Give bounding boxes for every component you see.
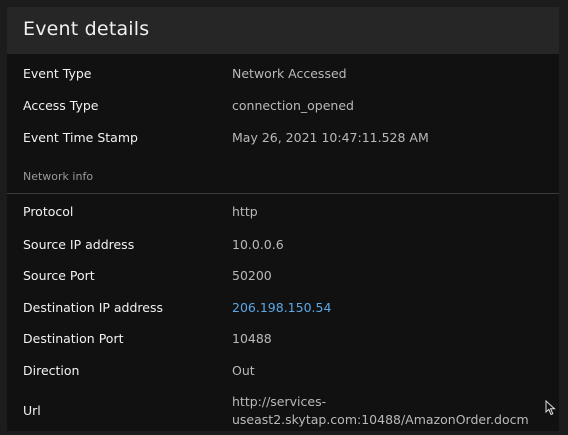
- mouse-pointer-icon: [545, 400, 556, 416]
- source-port-label: Source Port: [23, 268, 95, 283]
- detail-row-destination-port: Destination Port 10488: [0, 327, 568, 351]
- section-divider: [7, 193, 559, 194]
- event-time-stamp-label: Event Time Stamp: [23, 130, 138, 145]
- source-port-value: 50200: [232, 268, 272, 283]
- detail-row-event-type: Event Type Network Accessed: [0, 62, 568, 86]
- url-value-line-1: http://services-: [232, 394, 327, 409]
- detail-row-destination-ip: Destination IP address 206.198.150.54: [0, 296, 568, 320]
- url-label: Url: [23, 403, 41, 418]
- detail-row-source-ip: Source IP address 10.0.0.6: [0, 233, 568, 257]
- detail-row-access-type: Access Type connection_opened: [0, 94, 568, 118]
- panel-title: Event details: [23, 18, 150, 40]
- detail-row-protocol: Protocol http: [0, 200, 568, 224]
- url-value-line-2: useast2.skytap.com:10488/AmazonOrder.doc…: [232, 412, 529, 427]
- source-ip-value: 10.0.0.6: [232, 237, 284, 252]
- detail-row-source-port: Source Port 50200: [0, 264, 568, 288]
- url-value: http://services- useast2.skytap.com:1048…: [232, 393, 562, 429]
- destination-ip-label: Destination IP address: [23, 300, 164, 315]
- event-type-value: Network Accessed: [232, 66, 347, 81]
- destination-port-value: 10488: [232, 331, 272, 346]
- protocol-label: Protocol: [23, 204, 74, 219]
- direction-value: Out: [232, 363, 255, 378]
- event-type-label: Event Type: [23, 66, 92, 81]
- detail-row-event-time-stamp: Event Time Stamp May 26, 2021 10:47:11.5…: [0, 126, 568, 150]
- destination-ip-link[interactable]: 206.198.150.54: [232, 296, 331, 320]
- source-ip-label: Source IP address: [23, 237, 135, 252]
- protocol-value: http: [232, 204, 258, 219]
- access-type-label: Access Type: [23, 98, 99, 113]
- section-heading-network-info: Network info: [23, 170, 94, 183]
- detail-row-direction: Direction Out: [0, 359, 568, 383]
- access-type-value: connection_opened: [232, 98, 354, 113]
- destination-port-label: Destination Port: [23, 331, 124, 346]
- direction-label: Direction: [23, 363, 80, 378]
- event-time-stamp-value: May 26, 2021 10:47:11.528 AM: [232, 130, 429, 145]
